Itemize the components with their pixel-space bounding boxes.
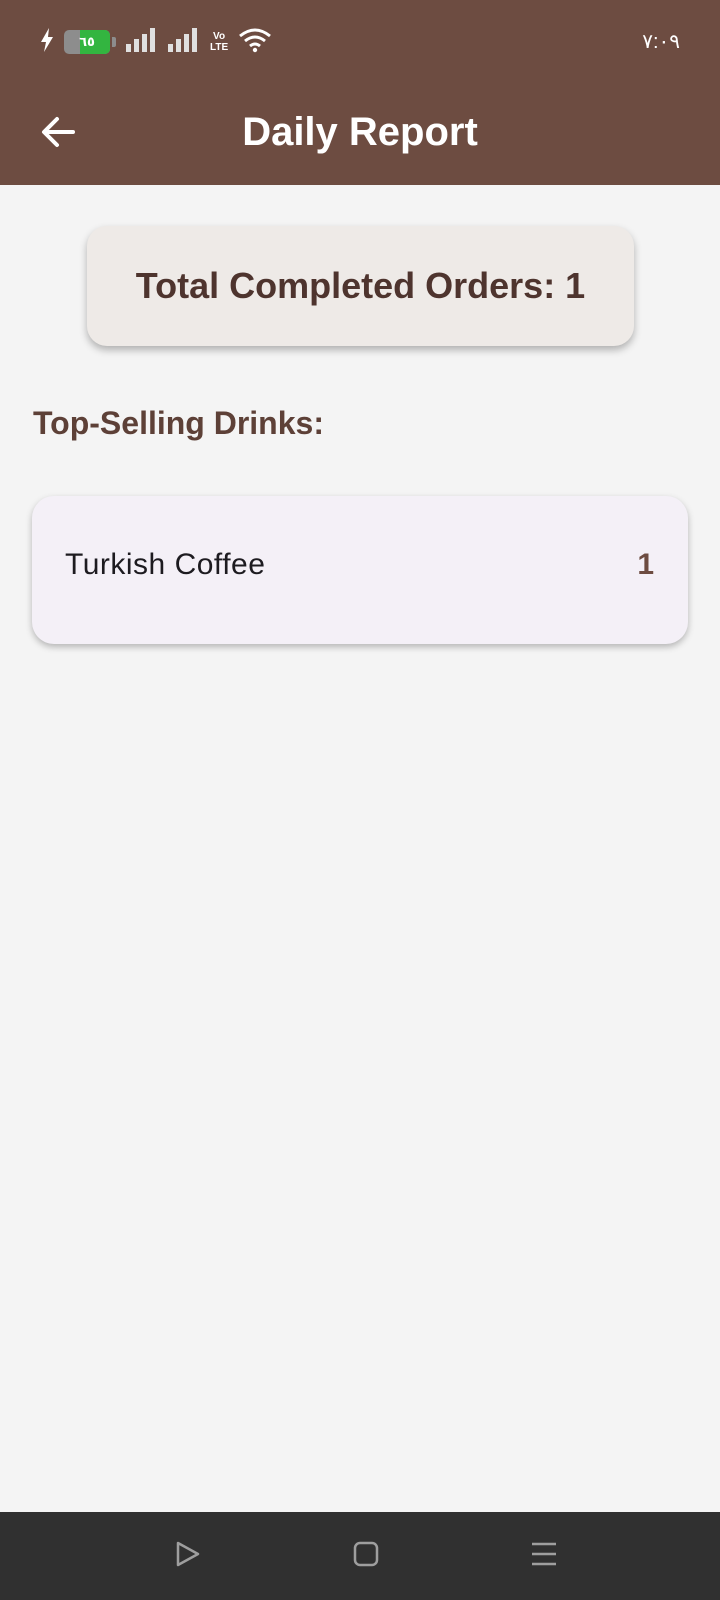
signal-strength-icon-2 [168,27,200,57]
total-orders-card: Total Completed Orders: 1 [87,226,634,346]
nav-home-button[interactable] [342,1532,390,1580]
battery-level-text: ٦٥ [79,34,95,49]
battery-cap [112,37,116,47]
status-bar: ٦٥ Vo LTE ٧:٠٩ [0,0,720,84]
drink-name: Turkish Coffee [65,548,266,581]
page-title: Daily Report [242,110,478,154]
total-orders-text: Total Completed Orders: 1 [135,265,586,306]
drink-count: 1 [637,548,654,581]
wifi-icon [238,27,272,58]
home-square-icon [353,1541,379,1572]
app-bar: Daily Report [0,84,720,185]
status-time: ٧:٠٩ [642,31,680,53]
back-triangle-icon [175,1541,201,1572]
volte-bottom-label: LTE [210,42,229,53]
charging-icon [40,27,54,57]
system-nav-bar [0,1512,720,1600]
volte-icon: Vo LTE [210,31,228,53]
status-icons: ٦٥ Vo LTE [40,27,272,58]
nav-recents-button[interactable] [520,1532,568,1580]
nav-back-button[interactable] [164,1532,212,1580]
list-item[interactable]: Turkish Coffee 1 [32,496,688,644]
battery-icon: ٦٥ [64,30,110,54]
volte-top-label: Vo [213,31,226,42]
recents-menu-icon [530,1541,558,1572]
section-title: Top-Selling Drinks: [33,405,324,441]
signal-strength-icon [126,27,158,57]
